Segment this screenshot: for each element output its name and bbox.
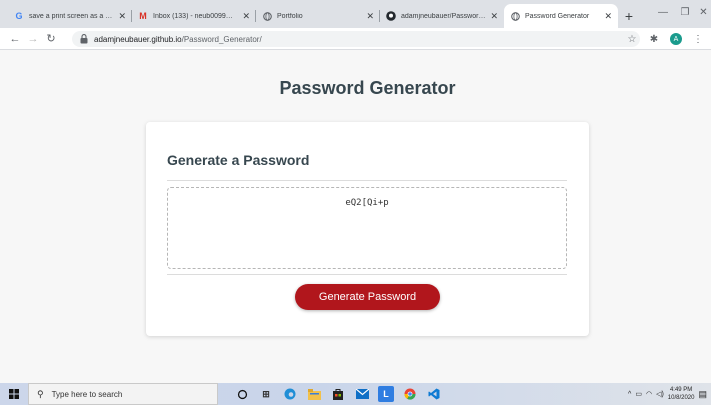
close-icon[interactable]: ✕ [490, 11, 498, 22]
tab-label: Inbox (133) - neub0099@gm [153, 12, 239, 20]
github-icon [386, 11, 396, 21]
tray-chevron-up-icon[interactable]: ^ [628, 391, 631, 398]
volume-icon[interactable]: ◁) [656, 390, 664, 398]
cortana-circle-icon[interactable] [234, 386, 250, 402]
search-icon: ⚲ [37, 388, 44, 399]
url-path: /Password_Generator/ [181, 34, 262, 44]
url-host: adamjneubauer.github.io [94, 34, 182, 44]
page-title: Password Generator [279, 78, 456, 98]
card-title: Generate a Password [167, 152, 310, 168]
search-placeholder: Type here to search [51, 389, 123, 399]
gmail-icon: M [139, 11, 147, 21]
task-view-icon[interactable]: ⊞ [258, 386, 274, 402]
profile-initial: A [670, 33, 682, 45]
lock-icon [80, 34, 89, 44]
restore-icon[interactable]: ❐ [674, 0, 696, 24]
page-content: Password Generator Generate a Password e… [0, 51, 711, 383]
notifications-icon[interactable]: ▤ [698, 389, 707, 400]
globe-icon [262, 11, 272, 21]
reload-icon[interactable]: ↻ [42, 30, 60, 48]
close-icon[interactable]: ✕ [604, 11, 612, 22]
vscode-icon[interactable] [426, 386, 442, 402]
store-bag-icon[interactable] [330, 386, 346, 402]
wifi-icon[interactable]: ◠ [646, 390, 652, 398]
password-textarea[interactable]: eQ2[Qi+p [167, 187, 567, 269]
tab-gmail-inbox[interactable]: M Inbox (133) - neub0099@gm ✕ [132, 4, 256, 28]
url-bar[interactable]: adamjneubauer.github.io/Password_Generat… [72, 31, 640, 47]
window-close-icon[interactable]: ✕ [696, 0, 711, 24]
tab-github-repo[interactable]: adamjneubauer/Password... ✕ [380, 4, 504, 28]
generate-password-button[interactable]: Generate Password [295, 284, 440, 310]
close-icon[interactable]: ✕ [118, 11, 126, 22]
tab-google-search[interactable]: G save a print screen as a pdf ✕ [8, 4, 132, 28]
divider-top [167, 180, 567, 181]
profile-avatar[interactable]: A [667, 30, 685, 48]
menu-kebab-icon[interactable]: ⋮ [689, 30, 707, 48]
globe-icon [510, 11, 520, 21]
browser-toolbar: ← → ↻ adamjneubauer.github.io/Password_G… [0, 28, 711, 50]
tab-label: save a print screen as a pdf [29, 12, 115, 20]
edge-browser-icon[interactable] [282, 386, 298, 402]
google-icon: G [15, 11, 23, 21]
tab-label: Password Generator [525, 12, 590, 20]
tab-password-generator[interactable]: Password Generator ✕ [504, 4, 618, 28]
back-arrow-icon[interactable]: ← [6, 30, 24, 48]
browser-tab-strip: G save a print screen as a pdf ✕ M Inbox… [0, 0, 711, 28]
battery-icon[interactable]: ▭ [635, 390, 642, 398]
app-l-icon[interactable]: L [378, 386, 394, 402]
divider-bottom [167, 274, 567, 275]
mail-envelope-icon[interactable] [354, 386, 370, 402]
clock-time: 4:49 PM [669, 387, 693, 393]
forward-arrow-icon[interactable]: → [24, 30, 42, 48]
windows-start-icon[interactable] [0, 383, 28, 405]
tab-portfolio[interactable]: Portfolio ✕ [256, 4, 380, 28]
close-icon[interactable]: ✕ [366, 11, 374, 22]
chrome-browser-icon[interactable] [402, 386, 418, 402]
taskbar-clock[interactable]: 4:49 PM 10/8/2020 [668, 386, 695, 402]
extensions-puzzle-icon[interactable]: ✱ [645, 30, 663, 48]
windows-taskbar: ⚲ Type here to search ⊞ L ^ ▭ ◠ ◁) 4:49 … [0, 383, 711, 405]
close-icon[interactable]: ✕ [242, 11, 250, 22]
tab-label: adamjneubauer/Password... [401, 12, 487, 20]
file-explorer-icon[interactable] [306, 386, 322, 402]
bookmark-star-icon[interactable]: ☆ [623, 30, 641, 48]
generator-card: Generate a Password eQ2[Qi+p Generate Pa… [146, 122, 589, 336]
clock-date: 10/8/2020 [667, 395, 695, 401]
taskbar-search-box[interactable]: ⚲ Type here to search [28, 383, 218, 405]
minimize-icon[interactable]: — [652, 0, 674, 24]
tab-label: Portfolio [277, 12, 303, 20]
new-tab-button[interactable]: + [618, 4, 640, 28]
